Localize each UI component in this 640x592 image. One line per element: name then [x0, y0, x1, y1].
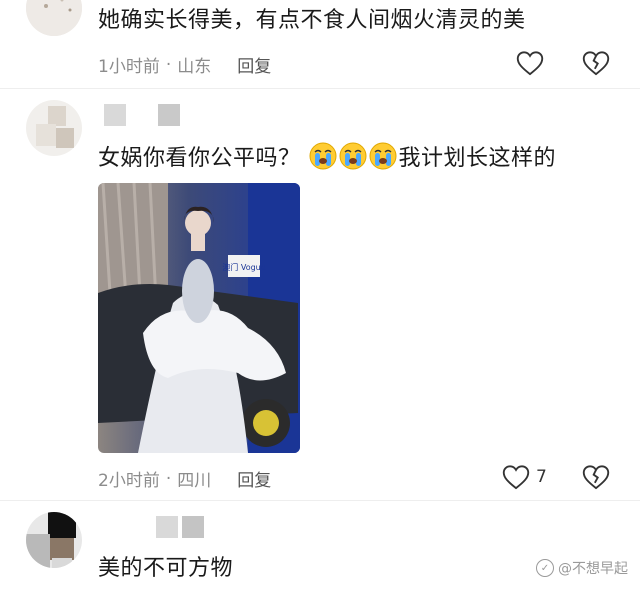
- avatar-image: [26, 0, 82, 36]
- broken-heart-icon: [582, 51, 610, 76]
- photo-image: 澳门 Vogue: [98, 183, 300, 453]
- avatar[interactable]: [26, 0, 82, 36]
- meta-separator: ·: [165, 468, 172, 489]
- crying-face-icon: [369, 142, 397, 170]
- comment-text: 美的不可方物: [98, 556, 234, 581]
- comment-meta: 2小时前 · 四川 回复: [98, 466, 271, 492]
- dislike-button[interactable]: [582, 463, 610, 491]
- username-redacted: [104, 104, 180, 126]
- comment-meta: 1小时前 · 山东 回复: [98, 52, 271, 78]
- crying-face-icon: [309, 142, 337, 170]
- broken-heart-icon: [582, 465, 610, 490]
- avatar-image: [26, 100, 82, 156]
- crying-face-icon: [339, 142, 367, 170]
- watermark-logo-icon: ✓: [536, 559, 554, 577]
- username-redacted: [156, 516, 204, 538]
- dislike-button[interactable]: [582, 49, 610, 77]
- comment-location: 四川: [177, 471, 212, 491]
- avatar[interactable]: [26, 100, 82, 156]
- avatar[interactable]: [26, 512, 82, 568]
- divider: [0, 500, 640, 501]
- watermark: ✓ @不想早起: [536, 558, 628, 578]
- like-count: 7: [536, 467, 547, 487]
- like-button[interactable]: [516, 49, 544, 77]
- heart-icon: [516, 51, 544, 76]
- meta-separator: ·: [165, 54, 172, 75]
- comment-text: 她确实长得美，有点不食人间烟火清灵的美: [98, 8, 526, 33]
- comment-time: 1小时前: [98, 57, 160, 77]
- like-button[interactable]: 7: [502, 463, 547, 491]
- comment-photo[interactable]: 澳门 Vogue: [98, 183, 300, 453]
- photo-badge: 澳门 Vogue: [222, 262, 265, 272]
- reply-button[interactable]: 回复: [237, 52, 271, 77]
- comment-text: 女娲你看你公平吗？ 我计划长这样的: [98, 142, 556, 174]
- watermark-text: @不想早起: [558, 561, 628, 577]
- comment-text-end: 我计划长这样的: [398, 146, 557, 171]
- comment-text-start: 女娲你看你公平吗？: [98, 146, 301, 171]
- reply-button[interactable]: 回复: [237, 466, 271, 491]
- avatar-image: [26, 512, 82, 568]
- comment-time: 2小时前: [98, 471, 160, 491]
- comment-location: 山东: [177, 57, 212, 77]
- divider: [0, 88, 640, 89]
- emoji-group: [309, 142, 399, 171]
- heart-icon: [502, 465, 530, 490]
